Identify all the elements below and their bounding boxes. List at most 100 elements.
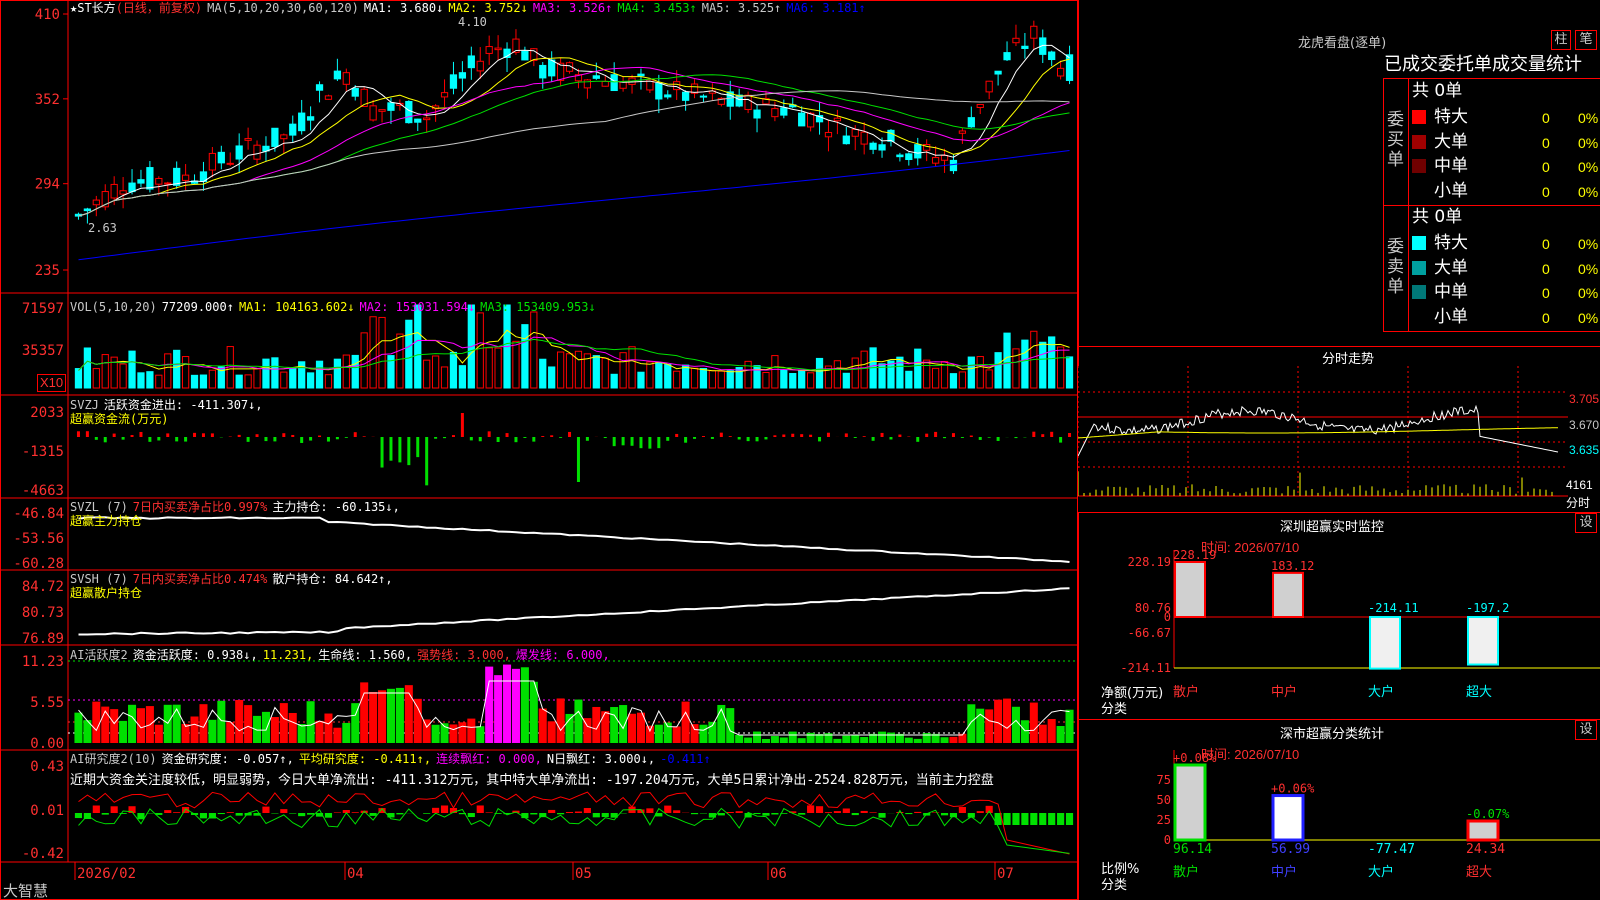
ai-active-bar [494, 675, 503, 743]
candle-body [548, 59, 556, 77]
ai-active-bar [994, 699, 1003, 743]
row-count: 0 [1542, 260, 1550, 277]
row-swatch [1412, 159, 1426, 173]
intraday-header-line [1078, 346, 1600, 347]
vol-bar [333, 358, 342, 389]
monitor-bar-label-2: -214.11 [1368, 601, 1419, 615]
ma-line-3 [78, 66, 1070, 217]
ai-active-bar [315, 720, 324, 743]
row-pct: 0% [1578, 285, 1599, 301]
ma-value-1: MA1: 3.680↓ [363, 1, 444, 15]
vol-bar [289, 367, 297, 389]
candle-body [369, 105, 377, 121]
svzj-bar [559, 437, 563, 438]
candle-body [753, 109, 761, 119]
vol-bar [556, 351, 565, 389]
monitor-header-line [1078, 512, 1600, 513]
classify-chart[interactable]: 75 50 25 0 +0.08% 96.14 散户 +0.06% 56.99 中户 -77.47 大… [1078, 750, 1600, 900]
monitor-bar-0 [1174, 561, 1206, 618]
candle-body [164, 182, 172, 185]
ai-active-tick-label-0: 11.23 [22, 654, 64, 670]
ai-research-bar [798, 813, 806, 815]
svzj-bar [630, 437, 634, 446]
svzj-bar [326, 437, 330, 442]
ai-research-bar [905, 813, 913, 815]
classify-bottom-3: 24.34 [1466, 842, 1505, 857]
svzj-bar [818, 437, 822, 442]
candle-body [315, 84, 324, 91]
ai-active-bar [217, 700, 226, 743]
sell-total: 共 0单 [1412, 207, 1463, 227]
vol-bar [851, 357, 859, 389]
svzj-bar [1050, 431, 1054, 437]
vol-bar [324, 374, 333, 389]
btn-bi[interactable]: 笔 [1575, 30, 1597, 50]
vol-bar [931, 367, 940, 389]
candle-body [914, 144, 922, 159]
ai-research-bar [557, 813, 565, 815]
ai-active-bar [1029, 702, 1038, 743]
classify-settings[interactable]: 设 [1575, 720, 1597, 740]
svzj-bar [309, 437, 313, 441]
stock-title[interactable]: ★ST长方 [70, 1, 116, 15]
vol-bar [806, 372, 815, 389]
ai-research-bar [217, 813, 225, 815]
ai-active-bar [699, 724, 708, 743]
svzj-bar [121, 437, 125, 440]
ai-research-bar [110, 806, 118, 813]
ai-active-bar [645, 725, 654, 743]
candle-body [181, 174, 190, 181]
row-label: 中单 [1434, 282, 1468, 302]
classify-cat-3: 超大 [1466, 865, 1492, 880]
row-pct: 0% [1578, 183, 1599, 200]
svsh-line [78, 587, 1070, 636]
svzl-tick-label-0: -46.84 [13, 506, 64, 522]
candle-body [664, 94, 672, 98]
svzl-legend: SVZL (7) 7日内买卖净占比0.997% 主力持仓: -60.135↓, [70, 500, 405, 515]
price-tick-label-3: 235 [35, 263, 60, 279]
monitor-settings[interactable]: 设 [1575, 513, 1597, 533]
ai-research-nday: N日飘红: 3.000↓, [546, 752, 656, 766]
svzj-bar [389, 437, 393, 461]
ai-active-bar [431, 724, 440, 743]
svzj-name: SVZJ [70, 398, 99, 412]
candle-body [833, 117, 842, 122]
ai-active-bar [386, 688, 395, 743]
svzj-bar [568, 431, 572, 437]
ai-active-bar [1038, 724, 1047, 743]
vol-bar [592, 355, 600, 389]
ai-research-bar [548, 809, 556, 813]
candle-body [521, 50, 529, 61]
vol-bar [253, 368, 261, 389]
svzj-bar [505, 433, 509, 437]
vol-bar [717, 370, 725, 389]
candle-body [610, 74, 618, 92]
ai-research-tick-label-0: 0.43 [30, 759, 64, 775]
candle-body [128, 182, 136, 193]
candle-body [1030, 25, 1038, 39]
candle-body [673, 81, 681, 91]
row-count: 0 [1542, 183, 1550, 200]
svzj-bar [969, 435, 973, 437]
vol-bar [655, 362, 663, 389]
svzj-bar [943, 437, 947, 439]
ai-research-bar [833, 811, 841, 813]
candle-body [1012, 37, 1020, 44]
btn-zhu[interactable]: 柱 [1551, 30, 1571, 50]
monitor-chart[interactable]: 228.1980.760-66.67-214.11228.19散户183.12中… [1078, 550, 1600, 720]
svzj-bar [300, 437, 304, 443]
vol-bar [681, 364, 690, 389]
vol-bar [985, 369, 993, 389]
vol-bar [369, 316, 377, 389]
candle-body [967, 117, 975, 128]
ai-active-bar [163, 704, 172, 743]
classify-tick-1: 50 [1157, 793, 1171, 807]
svzj-bar [603, 437, 607, 439]
candle-body [860, 131, 868, 145]
intraday-chart[interactable] [1078, 366, 1600, 512]
classify-top-3: -0.07% [1466, 807, 1510, 821]
monitor-cat-2: 大户 [1368, 684, 1394, 700]
ai-research-tick-label-1: 0.01 [30, 803, 64, 819]
svzj-bar [273, 437, 277, 442]
ai-active-bar [726, 708, 735, 743]
